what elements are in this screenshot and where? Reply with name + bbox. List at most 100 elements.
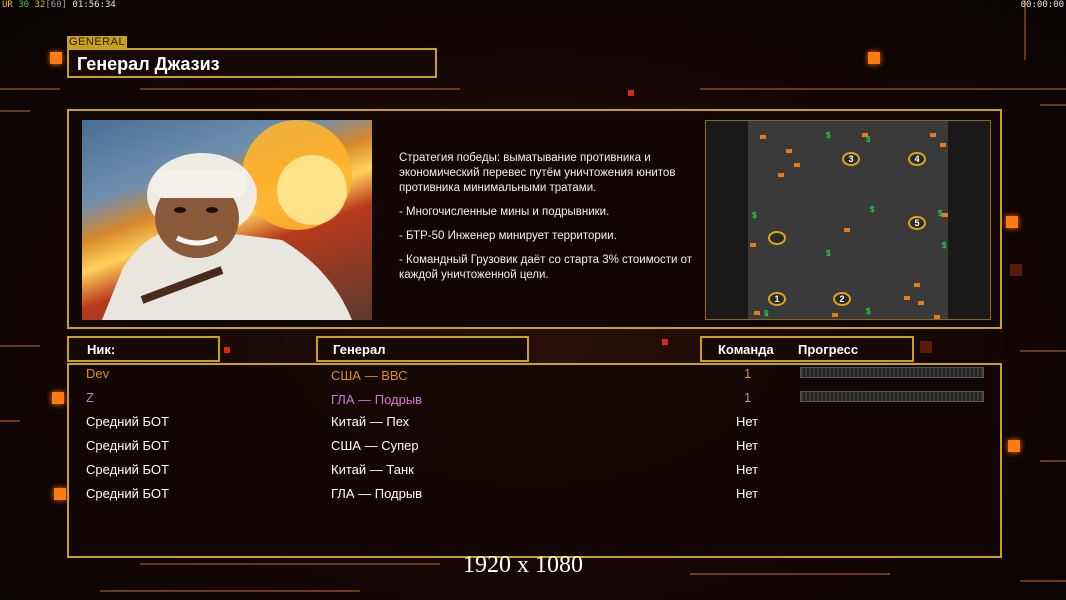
player-team[interactable]: Нет [736, 438, 758, 453]
deco-line [0, 110, 30, 112]
column-header-progress-label: Прогресс [798, 342, 859, 357]
player-row[interactable]: Dev США — ВВС 1 [0, 366, 1066, 388]
unit-marker [844, 228, 850, 232]
deco-line [1040, 104, 1066, 106]
deco-square [628, 90, 634, 96]
player-general[interactable]: ГЛА — Подрыв [331, 392, 422, 407]
unit-marker [832, 313, 838, 317]
start-position-1[interactable]: 1 [768, 292, 786, 306]
money-icon: $ [752, 211, 757, 220]
hud-fps-b: 32 [34, 0, 46, 10]
deco-line [0, 345, 40, 347]
unit-marker [778, 173, 784, 177]
unit-marker [754, 311, 760, 315]
player-team[interactable]: 1 [744, 366, 751, 381]
start-position-empty[interactable] [768, 231, 786, 245]
deco-line [140, 88, 460, 90]
player-nick: Z [86, 390, 94, 405]
general-description: Стратегия победы: выматывание противника… [399, 151, 699, 292]
unit-marker [794, 163, 800, 167]
fps-counter: UR 30 32[60] 01:56:34 [2, 0, 116, 10]
start-position-5[interactable]: 5 [908, 216, 926, 230]
unit-marker [930, 133, 936, 137]
general-info-panel: Стратегия победы: выматывание противника… [67, 109, 1002, 329]
hud-fps-a: 30 [18, 0, 30, 10]
player-row[interactable]: Средний БОТ Китай — Танк Нет [0, 462, 1066, 484]
unit-marker [940, 143, 946, 147]
player-general[interactable]: США — Супер [331, 438, 419, 453]
unit-marker [862, 133, 868, 137]
deco-line [1020, 580, 1066, 582]
hud-time-right: 00:00:00 [1020, 0, 1064, 10]
player-team[interactable]: Нет [736, 486, 758, 501]
player-general[interactable]: ГЛА — Подрыв [331, 486, 422, 501]
unit-marker [786, 149, 792, 153]
column-header-team-progress[interactable]: Команда Прогресс [700, 336, 914, 362]
start-position-4[interactable]: 4 [908, 152, 926, 166]
player-progress-bar [800, 391, 984, 402]
money-icon: $ [826, 131, 831, 140]
deco-line [1020, 350, 1066, 352]
deco-line [690, 573, 890, 575]
deco-line [140, 563, 440, 565]
column-header-team-label: Команда [718, 342, 774, 357]
deco-line [0, 88, 60, 90]
bullet-mines: - Многочисленные мины и подрывники. [399, 206, 610, 218]
player-row[interactable]: Средний БОТ США — Супер Нет [0, 438, 1066, 460]
unit-marker [904, 296, 910, 300]
hud-time-left: 01:56:34 [72, 0, 116, 10]
deco-square [920, 341, 932, 353]
deco-square [1010, 264, 1022, 276]
player-row[interactable]: Средний БОТ ГЛА — Подрыв Нет [0, 486, 1066, 508]
player-nick: Dev [86, 366, 110, 381]
player-row[interactable]: Средний БОТ Китай — Пех Нет [0, 414, 1066, 436]
bullet-truck: - Командный Грузовик даёт со старта 3% с… [399, 254, 693, 281]
player-row[interactable]: Z ГЛА — Подрыв 1 [0, 390, 1066, 412]
player-nick: Средний БОТ [86, 414, 169, 429]
deco-square [50, 52, 62, 64]
deco-square [224, 347, 230, 353]
deco-square [1006, 216, 1018, 228]
start-position-2[interactable]: 2 [833, 292, 851, 306]
strategy-text: Стратегия победы: выматывание противника… [399, 152, 676, 194]
deco-line [100, 590, 360, 592]
hud-fps-c: [60] [45, 0, 68, 10]
player-nick: Средний БОТ [86, 462, 169, 477]
deco-line [700, 88, 1066, 90]
deco-square [662, 339, 668, 345]
player-team[interactable]: Нет [736, 462, 758, 477]
player-general[interactable]: Китай — Танк [331, 462, 414, 477]
map-preview[interactable]: 3 4 5 1 2 $ $ $ $ $ $ $ $ $ [705, 120, 991, 320]
unit-marker [942, 213, 948, 217]
general-title: Генерал Джазиз [77, 54, 220, 74]
unit-marker [934, 315, 940, 319]
player-nick: Средний БОТ [86, 486, 169, 501]
player-team[interactable]: Нет [736, 414, 758, 429]
unit-marker [760, 135, 766, 139]
column-header-general[interactable]: Генерал [316, 336, 529, 362]
start-position-3[interactable]: 3 [842, 152, 860, 166]
unit-marker [750, 243, 756, 247]
column-header-nick[interactable]: Ник: [67, 336, 220, 362]
map-terrain: 3 4 5 1 2 $ $ $ $ $ $ $ $ $ [748, 121, 948, 319]
player-progress-bar [800, 367, 984, 378]
resolution-watermark: 1920 x 1080 [463, 552, 583, 578]
general-tag: GENERAL [67, 36, 128, 48]
deco-square [868, 52, 880, 64]
player-nick: Средний БОТ [86, 438, 169, 453]
general-title-box: Генерал Джазиз [67, 48, 437, 78]
player-general[interactable]: США — ВВС [331, 368, 408, 383]
money-icon: $ [942, 241, 947, 250]
column-header-nick-label: Ник: [87, 342, 116, 357]
column-header-general-label: Генерал [333, 342, 386, 357]
player-team[interactable]: 1 [744, 390, 751, 405]
money-icon: $ [870, 205, 875, 214]
player-general[interactable]: Китай — Пех [331, 414, 409, 429]
portrait-image [102, 120, 352, 320]
unit-marker [914, 283, 920, 287]
general-portrait [82, 120, 372, 320]
money-icon: $ [764, 309, 769, 318]
bullet-btr: - БТР-50 Инженер минирует территории. [399, 230, 617, 242]
money-icon: $ [826, 249, 831, 258]
unit-marker [918, 301, 924, 305]
